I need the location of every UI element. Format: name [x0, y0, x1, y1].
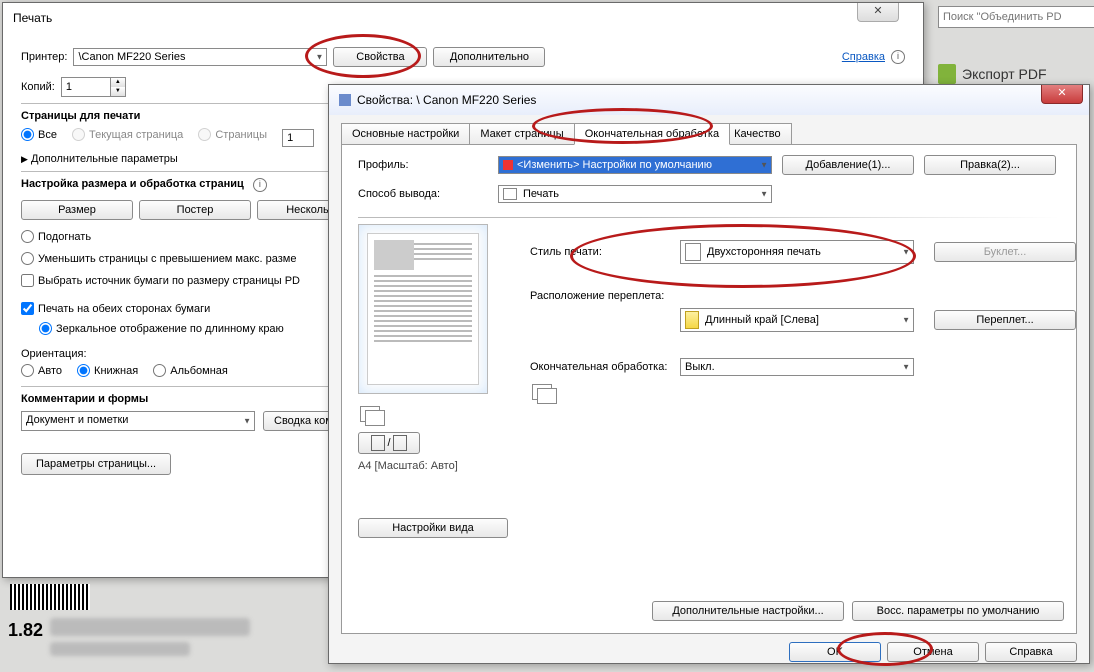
poster-button[interactable]: Постер — [139, 200, 251, 220]
pages-group-title: Страницы для печати — [21, 110, 140, 122]
binding-select[interactable]: Длинный край [Слева] — [680, 308, 914, 332]
finish-label: Окончательная обработка: — [530, 361, 670, 373]
page-preview — [358, 224, 488, 394]
booklet-button[interactable]: Буклет... — [934, 242, 1076, 262]
fit-radio[interactable]: Подогнать — [21, 230, 91, 243]
restore-defaults-button[interactable]: Восс. параметры по умолчанию — [852, 601, 1064, 621]
more-settings-button[interactable]: Дополнительные настройки... — [652, 601, 844, 621]
blurred-text — [50, 642, 190, 656]
tab-finishing[interactable]: Окончательная обработка — [574, 123, 730, 145]
chevron-right-icon[interactable]: ▶ — [21, 154, 28, 164]
flip-long-radio[interactable]: Зеркальное отображение по длинному краю — [39, 322, 284, 335]
orientation-auto[interactable]: Авто — [21, 364, 62, 377]
print-style-label: Стиль печати: — [530, 246, 670, 258]
duplex-check[interactable]: Печать на обеих сторонах бумаги — [21, 302, 210, 315]
info-icon[interactable]: i — [891, 50, 905, 64]
help-link[interactable]: Справка — [842, 51, 885, 63]
info-icon[interactable]: i — [253, 178, 267, 192]
shrink-radio[interactable]: Уменьшить страницы с превышением макс. р… — [21, 252, 297, 265]
pages-stack-icon — [530, 382, 560, 404]
sizing-group-title: Настройка размера и обработка страниц — [21, 178, 244, 190]
help-button[interactable]: Справка — [985, 642, 1077, 662]
properties-button[interactable]: Свойства — [333, 47, 427, 67]
binding-label: Расположение переплета: — [530, 290, 1076, 302]
blurred-text — [50, 618, 250, 636]
page-check-icon — [393, 435, 407, 451]
cancel-button[interactable]: Отмена — [887, 642, 979, 662]
bottom-number: 1.82 — [8, 620, 43, 641]
printer-icon — [503, 188, 517, 200]
preview-caption: A4 [Масштаб: Авто] — [358, 460, 508, 472]
print-style-select[interactable]: Двухсторонняя печать — [680, 240, 914, 264]
pages-range-input[interactable] — [282, 129, 314, 147]
binding-button[interactable]: Переплет... — [934, 310, 1076, 330]
search-input[interactable] — [938, 6, 1094, 28]
pages-stack-icon — [358, 404, 388, 426]
advanced-button[interactable]: Дополнительно — [433, 47, 545, 67]
pencil-icon — [503, 160, 513, 170]
output-label: Способ вывода: — [358, 188, 488, 200]
ok-button[interactable]: OK — [789, 642, 881, 662]
view-toggle-button[interactable]: / — [358, 432, 420, 454]
tab-quality[interactable]: Качество — [729, 123, 792, 144]
print-title: Печать — [3, 3, 923, 33]
printer-label: Принтер: — [21, 51, 67, 63]
page-setup-button[interactable]: Параметры страницы... — [21, 453, 171, 475]
profile-label: Профиль: — [358, 159, 488, 171]
view-settings-button[interactable]: Настройки вида — [358, 518, 508, 538]
orientation-portrait[interactable]: Книжная — [77, 364, 138, 377]
profile-select[interactable]: <Изменить> Настройки по умолчанию — [498, 156, 772, 174]
pages-current-radio[interactable]: Текущая страница — [72, 128, 183, 141]
size-button[interactable]: Размер — [21, 200, 133, 220]
spin-up-icon[interactable]: ▲ — [111, 78, 125, 87]
finish-select[interactable]: Выкл. — [680, 358, 914, 376]
tab-basic[interactable]: Основные настройки — [341, 123, 470, 144]
paper-source-check[interactable]: Выбрать источник бумаги по размеру стран… — [21, 274, 300, 287]
pages-all-radio[interactable]: Все — [21, 128, 57, 141]
close-icon[interactable]: ✕ — [1041, 85, 1083, 104]
close-icon[interactable]: ✕ — [857, 3, 899, 22]
output-select[interactable]: Печать — [498, 185, 772, 203]
export-pdf-label[interactable]: Экспорт PDF — [962, 66, 1047, 82]
tabs: Основные настройки Макет страницы Оконча… — [341, 123, 1077, 144]
properties-dialog: ✕ Свойства: \ Canon MF220 Series Основны… — [328, 84, 1090, 664]
page-icon — [371, 435, 385, 451]
export-pdf-icon — [938, 64, 956, 84]
spin-down-icon[interactable]: ▼ — [111, 87, 125, 96]
copies-spinner[interactable]: ▲▼ — [61, 77, 126, 97]
more-pages-link[interactable]: Дополнительные параметры — [31, 153, 178, 165]
properties-title: Свойства: \ Canon MF220 Series — [357, 93, 536, 107]
printer-select[interactable]: \Canon MF220 Series — [73, 48, 327, 66]
binding-icon — [685, 311, 699, 329]
copies-label: Копий: — [21, 81, 55, 93]
printer-icon — [339, 94, 351, 106]
comments-select[interactable]: Документ и пометки — [21, 411, 255, 431]
add-profile-button[interactable]: Добавление(1)... — [782, 155, 914, 175]
edit-profile-button[interactable]: Правка(2)... — [924, 155, 1056, 175]
comments-group-title: Комментарии и формы — [21, 393, 148, 405]
tab-layout[interactable]: Макет страницы — [469, 123, 574, 144]
barcode — [10, 584, 90, 610]
duplex-icon — [685, 243, 701, 261]
orientation-landscape[interactable]: Альбомная — [153, 364, 228, 377]
pages-range-radio[interactable]: Страницы — [198, 128, 267, 141]
